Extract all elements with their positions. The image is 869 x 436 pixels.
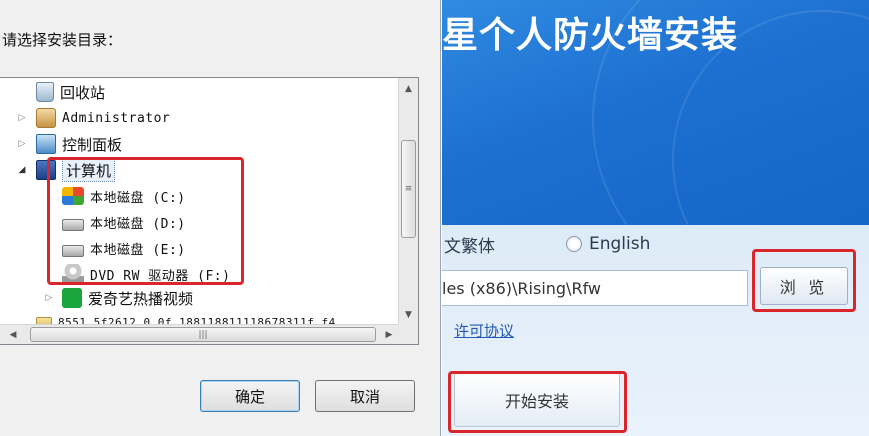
browse-button[interactable]: 浏 览	[760, 267, 848, 305]
tree-item-label: 控制面板	[62, 135, 123, 154]
vertical-scroll-thumb[interactable]: ≡	[401, 140, 416, 238]
tree-item-drive-f[interactable]: DVD RW 驱动器 (F:)	[62, 262, 230, 286]
hard-drive-icon	[62, 245, 84, 257]
scroll-down-icon[interactable]: ▼	[399, 306, 418, 324]
user-folder-icon	[36, 108, 56, 128]
tree-item-recycle-bin[interactable]: 回收站	[36, 80, 105, 104]
tree-item-drive-d[interactable]: 本地磁盘 (D:)	[62, 210, 186, 234]
tree-item-administrator[interactable]: Administrator	[36, 106, 170, 130]
radio-english[interactable]: English	[566, 232, 650, 256]
tree-item-label: 本地磁盘 (C:)	[90, 190, 186, 206]
collapse-arrow-icon[interactable]: ◢	[17, 158, 27, 182]
scroll-corner	[398, 324, 418, 344]
recycle-bin-icon	[36, 82, 54, 102]
expand-arrow-icon[interactable]: ▷	[17, 132, 27, 156]
installer-window: 星个人防火墙安装 文繁体 English les (x86)\Rising\Rf…	[442, 0, 869, 436]
expand-arrow-icon[interactable]: ▷	[44, 286, 54, 310]
tree-item-label: 计算机	[62, 158, 116, 182]
computer-icon	[36, 160, 56, 180]
install-path-input[interactable]: les (x86)\Rising\Rfw	[442, 270, 748, 306]
radio-label: 文繁体	[444, 236, 495, 257]
tree-item-drive-c[interactable]: 本地磁盘 (C:)	[62, 184, 186, 208]
tree-item-control-panel[interactable]: 控制面板	[36, 132, 122, 156]
horizontal-scrollbar[interactable]: ◀ ||| ▶	[0, 324, 398, 344]
scroll-right-icon[interactable]: ▶	[380, 325, 398, 344]
dvd-drive-icon	[62, 264, 84, 284]
radio-traditional-chinese[interactable]: 文繁体	[444, 232, 495, 257]
tree-item-drive-e[interactable]: 本地磁盘 (E:)	[62, 236, 186, 260]
tree-item-label: 爱奇艺热播视频	[88, 289, 194, 308]
hard-drive-icon	[62, 219, 84, 231]
expand-arrow-icon[interactable]: ▷	[17, 106, 27, 130]
cancel-button[interactable]: 取消	[315, 380, 415, 412]
ok-button[interactable]: 确定	[200, 380, 300, 412]
license-agreement-link[interactable]: 许可协议	[454, 320, 514, 341]
windows-drive-icon	[62, 187, 84, 205]
tree-item-label: 本地磁盘 (D:)	[90, 216, 186, 232]
browse-folder-dialog: 请选择安装目录： 回收站 ▷ Administrator ▷ 控制面板 ◢ 计算…	[0, 0, 441, 436]
tree-item-label: 回收站	[60, 83, 106, 102]
tree-item-label: Administrator	[62, 110, 171, 126]
tree-item-label: 本地磁盘 (E:)	[90, 242, 186, 258]
scroll-up-icon[interactable]: ▲	[399, 80, 418, 98]
tree-item-label: DVD RW 驱动器 (F:)	[90, 268, 231, 284]
scroll-left-icon[interactable]: ◀	[4, 325, 22, 344]
installer-banner: 星个人防火墙安装	[442, 0, 869, 310]
vertical-scrollbar[interactable]: ▲ ≡ ▼	[398, 78, 418, 326]
installer-title: 星个人防火墙安装	[442, 15, 739, 56]
radio-label: English	[589, 234, 651, 254]
radio-circle-icon	[566, 236, 582, 252]
iqiyi-icon	[62, 288, 82, 308]
start-install-button[interactable]: 开始安装	[454, 373, 620, 427]
dialog-prompt: 请选择安装目录：	[2, 31, 123, 49]
installer-settings-panel: 文繁体 English les (x86)\Rising\Rfw 浏 览 许可协…	[442, 225, 869, 436]
tree-item-iqiyi[interactable]: 爱奇艺热播视频	[62, 286, 193, 310]
horizontal-scroll-thumb[interactable]: |||	[30, 327, 376, 342]
control-panel-icon	[36, 134, 56, 154]
tree-item-computer[interactable]: 计算机	[36, 158, 116, 182]
folder-tree[interactable]: 回收站 ▷ Administrator ▷ 控制面板 ◢ 计算机 本地磁盘 (C…	[0, 77, 419, 345]
